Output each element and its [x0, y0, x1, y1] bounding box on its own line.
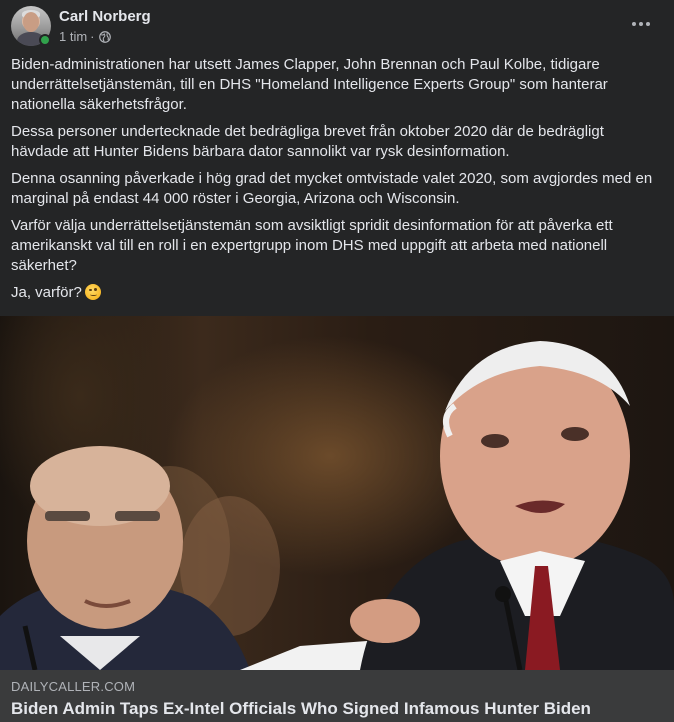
link-domain: DAILYCALLER.COM — [11, 679, 136, 694]
post-closing-line: Ja, varför? — [11, 283, 661, 303]
online-status-indicator — [39, 34, 51, 46]
winking-face-emoji-icon — [84, 284, 101, 300]
post-paragraph: Denna osanning påverkade i hög grad det … — [11, 170, 653, 207]
more-horizontal-icon — [646, 22, 650, 26]
avatar-face — [23, 12, 39, 32]
post-closing-text: Ja, varför? — [11, 284, 82, 301]
globe-icon[interactable] — [98, 30, 111, 43]
post-meta: 1 tim · — [59, 29, 111, 44]
more-horizontal-icon — [639, 22, 643, 26]
post-text: Biden-administrationen har utsett James … — [11, 55, 661, 310]
more-horizontal-icon — [632, 22, 636, 26]
link-title[interactable]: Biden Admin Taps Ex-Intel Officials Who … — [11, 699, 661, 719]
meta-separator: · — [90, 29, 95, 44]
more-options-button[interactable] — [624, 10, 658, 38]
author-name[interactable]: Carl Norberg — [59, 8, 151, 25]
post-paragraph: Biden-administrationen har utsett James … — [11, 56, 608, 113]
feed-post: Carl Norberg 1 tim · Biden-administratio… — [0, 0, 674, 722]
post-timestamp[interactable]: 1 tim — [59, 29, 87, 44]
link-preview-image[interactable] — [0, 316, 674, 670]
post-paragraph: Dessa personer undertecknade det bedrägl… — [11, 123, 604, 160]
post-paragraph: Varför välja underrättelsetjänstemän som… — [11, 217, 613, 274]
